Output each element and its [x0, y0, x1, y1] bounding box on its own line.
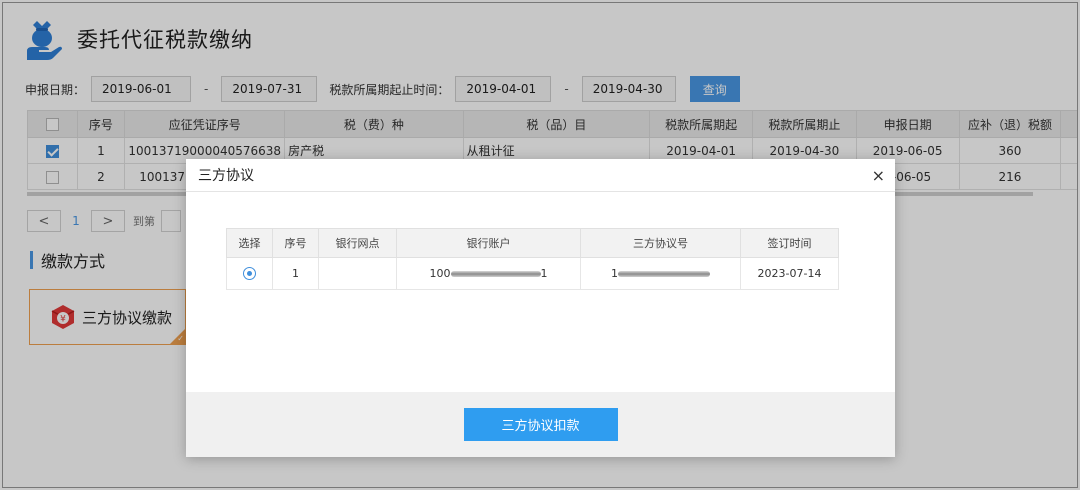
column-header: 选择: [226, 228, 273, 258]
agreement-select-cell[interactable]: [226, 257, 273, 290]
dialog-title: 三方协议: [198, 168, 254, 184]
redacted-bar: [450, 270, 541, 277]
agreement-table: 选择 序号 银行网点 银行账户 三方协议号 签订时间 1 100 1 1 202…: [226, 228, 839, 290]
agreement-radio[interactable]: [243, 267, 256, 281]
agreement-prefix: 1: [611, 267, 618, 280]
agreement-row[interactable]: 1 100 1 1 2023-07-14: [226, 257, 839, 290]
dialog-header: 三方协议 ×: [186, 159, 895, 192]
column-header: 银行网点: [318, 228, 397, 258]
agreement-branch: [318, 257, 397, 290]
redacted-bar: [618, 270, 710, 277]
tripartite-agreement-dialog: 三方协议 × 选择 序号 银行网点 银行账户 三方协议号 签订时间 1 100 …: [186, 159, 895, 457]
close-icon[interactable]: ×: [872, 166, 885, 185]
agreement-header-row: 选择 序号 银行网点 银行账户 三方协议号 签订时间: [226, 228, 839, 258]
agreement-signed-date: 2023-07-14: [740, 257, 839, 290]
dialog-footer: 三方协议扣款: [186, 392, 895, 457]
tripartite-deduct-button[interactable]: 三方协议扣款: [463, 408, 618, 441]
column-header: 银行账户: [396, 228, 581, 258]
column-header: 三方协议号: [580, 228, 741, 258]
column-header: 序号: [272, 228, 319, 258]
account-prefix: 100: [429, 267, 451, 280]
agreement-account: 100 1: [396, 257, 581, 290]
agreement-no: 1: [272, 257, 319, 290]
dialog-body: 选择 序号 银行网点 银行账户 三方协议号 签订时间 1 100 1 1 202…: [186, 192, 895, 392]
agreement-number: 1: [580, 257, 741, 290]
column-header: 签订时间: [740, 228, 839, 258]
account-suffix: 1: [540, 267, 548, 280]
